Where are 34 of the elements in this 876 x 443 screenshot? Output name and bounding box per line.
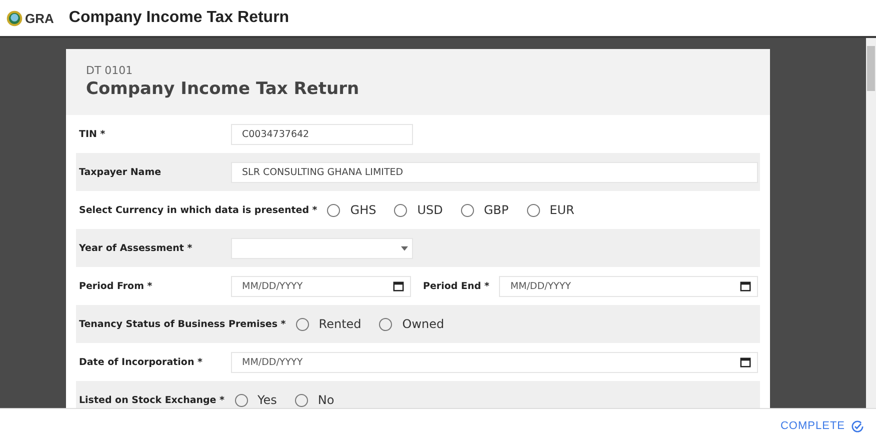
- field-label: Period From *: [79, 280, 154, 292]
- scrollbar[interactable]: [866, 38, 876, 408]
- caret-icon: [401, 246, 408, 250]
- field-label: Tenancy Status of Business Premises *: [79, 318, 286, 330]
- field-label: Taxpayer Name: [79, 166, 162, 178]
- date-field[interactable]: MM/DD/YYYY: [231, 352, 758, 372]
- radio-option[interactable]: No: [294, 393, 334, 407]
- field-label: TIN *: [79, 128, 106, 140]
- radio-option[interactable]: GHS: [327, 203, 376, 217]
- field-label: Select Currency in which data is presented *: [79, 204, 318, 216]
- calendar-icon[interactable]: [393, 280, 404, 292]
- radio-option[interactable]: EUR: [526, 203, 574, 217]
- check-circle-icon: [851, 420, 864, 432]
- field-label: Period End *: [423, 280, 490, 292]
- date-field[interactable]: MM/DD/YYYY: [499, 276, 758, 296]
- radio-option[interactable]: Rented: [296, 317, 362, 331]
- radio-option[interactable]: USD: [394, 203, 443, 217]
- date-field[interactable]: MM/DD/YYYY: [231, 276, 411, 296]
- text-field[interactable]: SLR CONSULTING GHANA LIMITED: [231, 162, 758, 182]
- radio-option[interactable]: Yes: [234, 393, 277, 407]
- complete-button[interactable]: COMPLETE: [776, 416, 868, 436]
- field-label: Year of Assessment *: [79, 242, 194, 254]
- calendar-icon[interactable]: [740, 280, 751, 292]
- text-field[interactable]: C0034737642: [231, 124, 413, 144]
- logo-text: GRA: [25, 10, 54, 26]
- form-title: Company Income Tax Return: [86, 79, 360, 99]
- form-code: DT 0101: [86, 64, 134, 77]
- emblem-icon: [6, 10, 23, 26]
- app-title: Company Income Tax Return: [68, 9, 290, 27]
- calendar-icon[interactable]: [740, 356, 751, 368]
- field-label: Listed on Stock Exchange *: [79, 394, 225, 406]
- radio-option[interactable]: GBP: [460, 203, 509, 217]
- radio-option[interactable]: Owned: [379, 317, 444, 331]
- field-label: Date of Incorporation *: [79, 356, 204, 368]
